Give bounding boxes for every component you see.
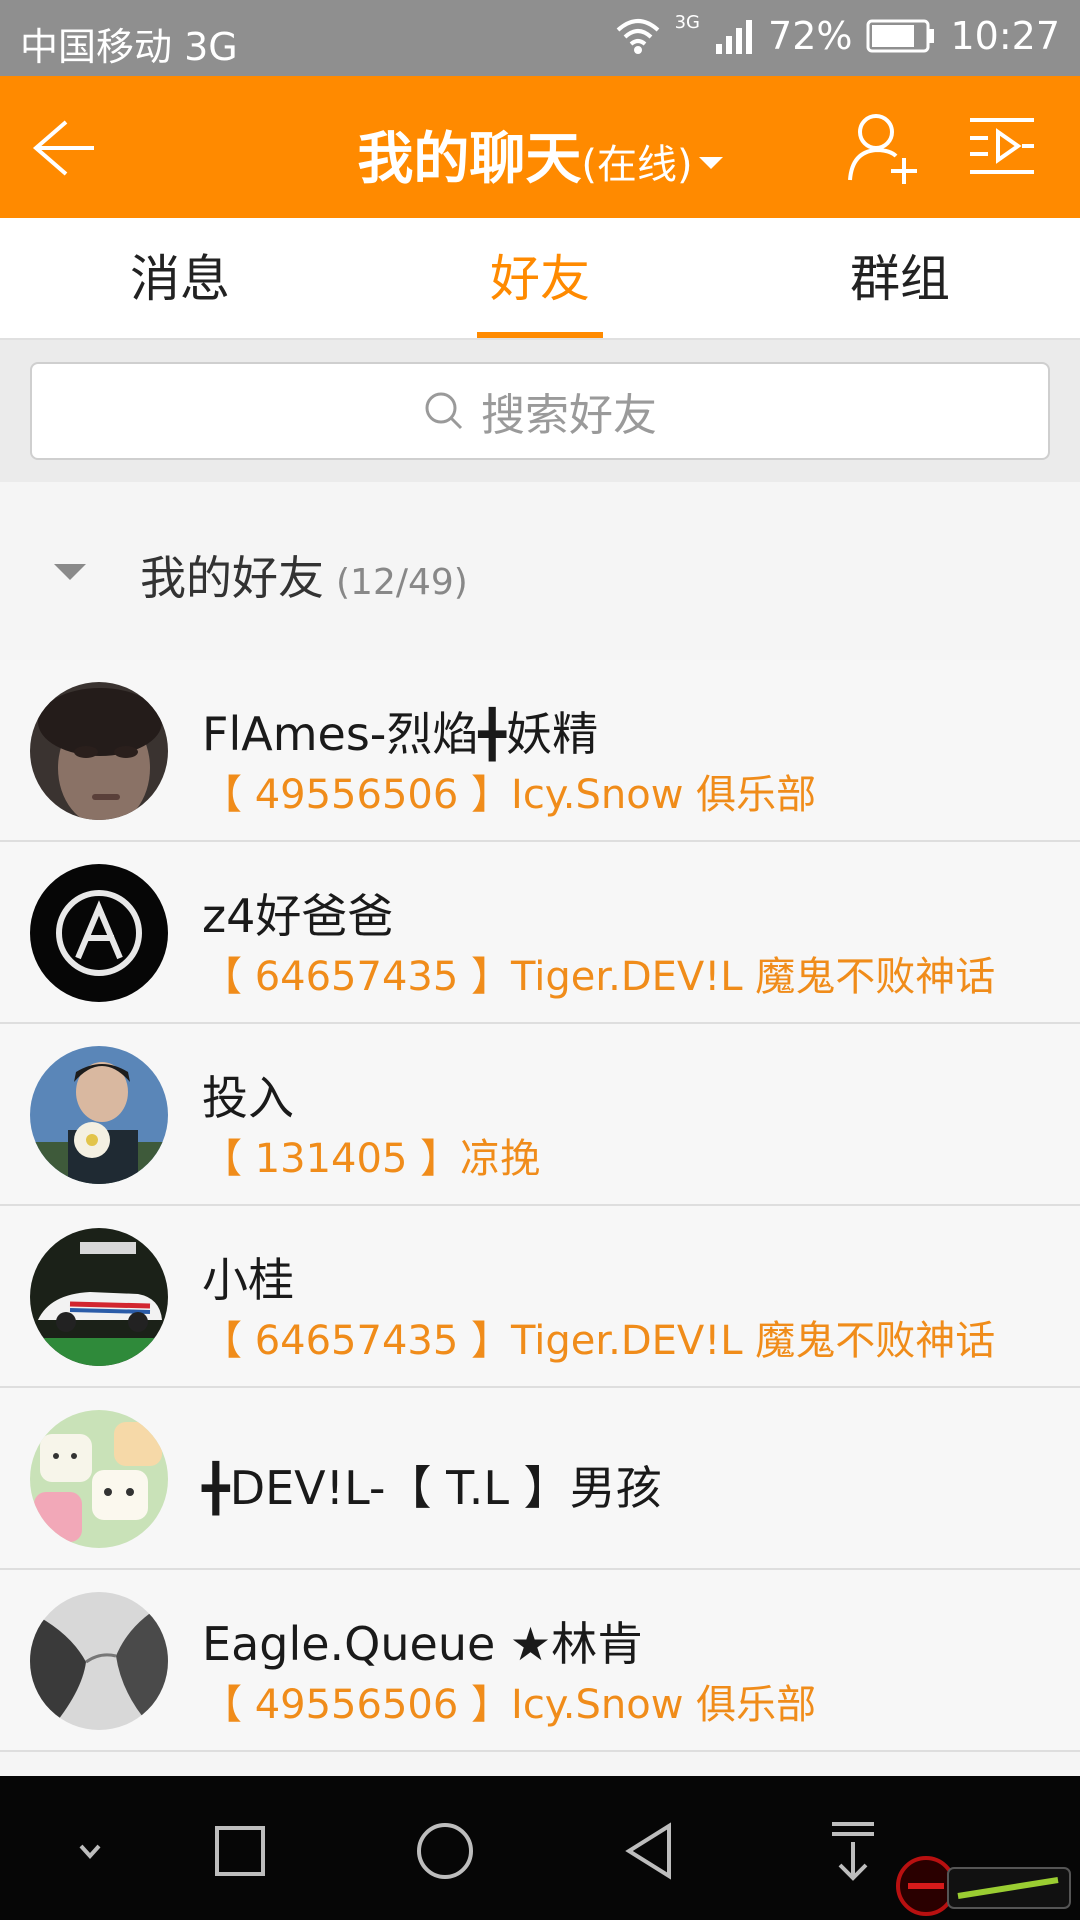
friend-name: ╋DEV!L-【 T.L 】男孩 <box>202 1461 662 1515</box>
friend-group-header[interactable]: 我的好友 (12/49) <box>0 482 1080 658</box>
search-icon <box>425 392 463 430</box>
friend-row[interactable]: ╋DEV!L-【 T.L 】男孩 <box>0 1388 1080 1570</box>
notification-pull-icon[interactable] <box>818 1816 888 1886</box>
watermark-logo <box>896 1856 1071 1916</box>
friend-name: Eagle.Queue ★林肯 <box>202 1617 644 1671</box>
search-area: 搜索好友 <box>0 340 1080 482</box>
friend-club: 【 64657435 】Tiger.DEV!L 魔鬼不败神话 <box>202 1318 996 1364</box>
avatar <box>30 1046 168 1184</box>
chevron-down-icon[interactable] <box>55 1816 125 1886</box>
battery-icon <box>866 19 935 53</box>
avatar <box>30 682 168 820</box>
menu-icon[interactable] <box>966 114 1038 178</box>
home-icon[interactable] <box>410 1816 480 1886</box>
status-bar: 中国移动 3G 3G 72% 10:27 <box>0 0 1080 76</box>
carrier-label: 中国移动 3G <box>20 25 238 69</box>
search-input[interactable]: 搜索好友 <box>30 362 1050 460</box>
avatar <box>30 1228 168 1366</box>
status-icons: 3G 72% 10:27 <box>615 11 1060 58</box>
back-icon[interactable] <box>615 1816 685 1886</box>
add-friend-icon[interactable] <box>846 110 922 186</box>
group-name-wrap: 我的好友 (12/49) <box>140 542 468 608</box>
friend-club: 【 49556506 】Icy.Snow 俱乐部 <box>202 1682 817 1728</box>
friend-club: 【 131405 】凉挽 <box>202 1136 541 1182</box>
friend-list: FlAmes-烈焰╋妖精 【 49556506 】Icy.Snow 俱乐部 z4… <box>0 660 1080 1752</box>
wifi-icon <box>616 19 659 54</box>
friend-name: 小桂 <box>202 1253 294 1307</box>
friend-club: 【 64657435 】Tiger.DEV!L 魔鬼不败神话 <box>202 954 996 1000</box>
friend-row[interactable]: Eagle.Queue ★林肯 【 49556506 】Icy.Snow 俱乐部 <box>0 1570 1080 1752</box>
avatar <box>30 1592 168 1730</box>
group-name: 我的好友 <box>140 551 324 605</box>
search-placeholder: 搜索好友 <box>481 390 657 441</box>
network-type-label: 3G <box>674 11 701 33</box>
friend-row[interactable]: FlAmes-烈焰╋妖精 【 49556506 】Icy.Snow 俱乐部 <box>0 660 1080 842</box>
friend-name: FlAmes-烈焰╋妖精 <box>202 707 599 761</box>
friend-row[interactable]: 投入 【 131405 】凉挽 <box>0 1024 1080 1206</box>
friend-name: z4好爸爸 <box>202 889 394 943</box>
collapse-arrow-icon <box>54 564 86 580</box>
page-title-text: 我的聊天 <box>357 127 582 192</box>
title-bar: 我的聊天(在线) <box>0 76 1080 218</box>
online-status: (在线) <box>581 142 693 188</box>
tab-groups[interactable]: 群组 <box>720 218 1080 338</box>
tab-bar: 消息 好友 群组 <box>0 218 1080 340</box>
clock: 10:27 <box>950 14 1060 58</box>
recents-icon[interactable] <box>205 1816 275 1886</box>
avatar <box>30 1410 168 1548</box>
friend-name: 投入 <box>202 1071 294 1125</box>
app-screen: 中国移动 3G 3G 72% 10:27 我的聊天(在线) 消息 好友 群组 搜… <box>0 0 1080 1920</box>
friend-row[interactable]: 小桂 【 64657435 】Tiger.DEV!L 魔鬼不败神话 <box>0 1206 1080 1388</box>
avatar <box>30 864 168 1002</box>
tab-friends[interactable]: 好友 <box>360 218 720 338</box>
group-count: (12/49) <box>336 562 468 603</box>
friend-row[interactable]: z4好爸爸 【 64657435 】Tiger.DEV!L 魔鬼不败神话 <box>0 842 1080 1024</box>
signal-icon <box>716 20 753 54</box>
tab-messages[interactable]: 消息 <box>0 218 360 338</box>
battery-percent: 72% <box>768 14 853 58</box>
chevron-down-icon <box>698 156 723 169</box>
friend-club: 【 49556506 】Icy.Snow 俱乐部 <box>202 772 817 818</box>
